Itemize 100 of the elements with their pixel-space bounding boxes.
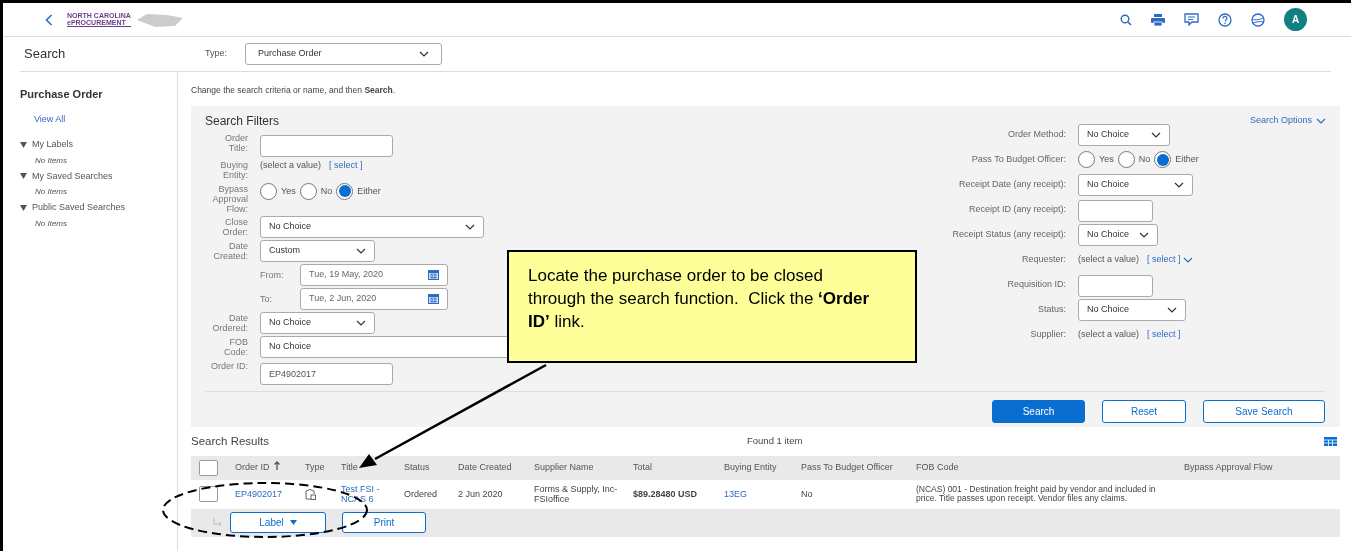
view-all-link[interactable]: View All — [34, 112, 66, 126]
date-field[interactable]: Tue, 19 May, 2020 — [300, 263, 448, 286]
search-options-link[interactable]: Search Options — [1249, 114, 1326, 128]
order-id-link[interactable]: EP4902017 — [235, 488, 283, 499]
table-cell: No — [801, 488, 813, 499]
select-field[interactable]: Purchase Order — [245, 43, 442, 65]
footer-button[interactable]: Label — [230, 512, 326, 534]
panel-title: Search Filters — [205, 112, 280, 130]
column-header[interactable]: Date Created — [458, 462, 512, 472]
select-field[interactable]: No Choice — [260, 311, 375, 334]
field-label: Receipt ID (any receipt): — [967, 203, 1066, 216]
column-header[interactable]: Buying Entity — [724, 462, 777, 472]
select-all-checkbox[interactable] — [199, 459, 218, 476]
radio-button[interactable] — [336, 182, 354, 200]
column-header[interactable]: Status — [404, 462, 430, 472]
section-title: Search Results — [191, 433, 270, 449]
column-header[interactable]: Pass To Budget Officer — [801, 462, 893, 472]
field-label: Receipt Date (any receipt): — [957, 178, 1066, 191]
field-label: Receipt Status (any receipt): — [951, 228, 1066, 241]
select-field[interactable]: Custom — [260, 239, 375, 262]
row-checkbox[interactable] — [199, 486, 218, 503]
radio-button[interactable] — [1078, 151, 1095, 169]
field-label: Order Method: — [1006, 128, 1066, 141]
sidebar-section[interactable]: Public Saved Searches — [20, 201, 126, 215]
radio-button[interactable] — [1154, 151, 1172, 169]
radio-button[interactable] — [299, 182, 317, 200]
radio-button[interactable] — [260, 182, 277, 200]
calendar-icon[interactable] — [428, 293, 439, 304]
field-label: Order Title: — [224, 131, 248, 153]
corner-arrow-icon — [213, 518, 222, 528]
chevron-down-icon — [1151, 131, 1161, 138]
chevron-down-icon — [465, 223, 475, 230]
user-avatar[interactable]: A — [1284, 8, 1307, 31]
select-field[interactable]: No Choice — [1078, 123, 1170, 146]
field-label: FOB Code: — [222, 335, 248, 357]
text-field[interactable] — [260, 134, 393, 157]
table-cell: 2 Jun 2020 — [458, 488, 503, 499]
field-label: Type: — [205, 47, 228, 61]
field-label: To: — [260, 292, 273, 306]
action-button[interactable]: Reset — [1102, 399, 1186, 423]
sidebar-section[interactable]: My Saved Searches — [20, 169, 113, 183]
column-header[interactable]: Total — [633, 462, 652, 472]
radio-button[interactable] — [1117, 151, 1135, 169]
chevron-down-icon — [1316, 117, 1326, 124]
text-field[interactable]: EP4902017 — [260, 362, 393, 385]
field-label: Date Ordered: — [211, 311, 248, 333]
sidebar-section[interactable]: My Labels — [20, 138, 74, 152]
table-cell-text: Forms & Supply, Inc-FSIoffice — [534, 484, 619, 505]
column-header[interactable]: Order ID — [235, 462, 270, 472]
field-label: Requester: — [1020, 253, 1066, 266]
select-field[interactable]: No Choice — [1078, 298, 1186, 321]
field-label: Buying Entity: — [219, 158, 248, 180]
column-header[interactable]: Type — [305, 462, 325, 472]
action-button[interactable]: Save Search — [1203, 399, 1325, 423]
field-label: Status: — [1037, 303, 1066, 316]
sort-up-icon[interactable] — [273, 461, 280, 470]
chevron-down-icon — [356, 319, 366, 326]
select-link[interactable]: [ select ] — [1147, 253, 1193, 267]
text-field[interactable] — [1078, 275, 1153, 298]
select-field[interactable]: No Choice — [1078, 173, 1193, 196]
globe-icon[interactable] — [1251, 12, 1265, 27]
page-title: Search — [23, 45, 67, 64]
date-field[interactable]: Tue, 2 Jun, 2020 — [300, 287, 448, 310]
radio-label: Either — [357, 184, 381, 198]
field-label: Requisition ID: — [1006, 278, 1066, 291]
column-header[interactable]: Bypass Approval Flow — [1184, 462, 1273, 472]
field-label: From: — [260, 268, 285, 282]
column-header[interactable]: Supplier Name — [534, 462, 594, 472]
column-header[interactable]: FOB Code — [916, 462, 959, 472]
radio-label: Yes — [1099, 153, 1114, 166]
select-field[interactable]: No Choice — [1078, 223, 1158, 246]
printer-icon[interactable] — [1151, 13, 1165, 26]
placeholder-text: (select a value) — [1078, 253, 1140, 266]
result-count: Found 1 item — [747, 434, 803, 449]
select-link[interactable]: [ select ] — [329, 158, 363, 173]
chevron-down-icon — [1174, 181, 1184, 188]
chevron-down-icon — [1139, 231, 1149, 238]
placeholder-text: (select a value) — [1078, 328, 1140, 341]
search-icon[interactable] — [1120, 13, 1132, 26]
chat-icon[interactable] — [1184, 13, 1199, 26]
chevron-down-icon — [1167, 306, 1177, 313]
action-button[interactable]: Search — [992, 399, 1085, 423]
column-header[interactable]: Title — [341, 462, 358, 472]
select-link[interactable]: [ select ] — [1147, 328, 1181, 342]
field-label: Supplier: — [1029, 328, 1066, 341]
placeholder-text: (select a value) — [260, 158, 322, 172]
radio-label: No — [1138, 153, 1151, 166]
calendar-icon[interactable] — [428, 269, 439, 280]
text-field[interactable] — [1078, 200, 1153, 223]
chevron-down-icon — [356, 247, 366, 254]
table-settings-icon[interactable] — [1324, 436, 1337, 446]
select-field[interactable]: No Choice — [260, 215, 484, 238]
empty-text: No Items — [35, 186, 68, 198]
table-cell: $89.28480 USD — [633, 488, 698, 499]
help-icon[interactable] — [1218, 12, 1232, 27]
field-label: Close Order: — [221, 215, 248, 237]
buying-entity-link[interactable]: 13EG — [724, 488, 747, 499]
footer-button[interactable]: Print — [342, 512, 426, 534]
radio-label: Yes — [281, 184, 296, 198]
back-icon[interactable] — [45, 13, 53, 26]
